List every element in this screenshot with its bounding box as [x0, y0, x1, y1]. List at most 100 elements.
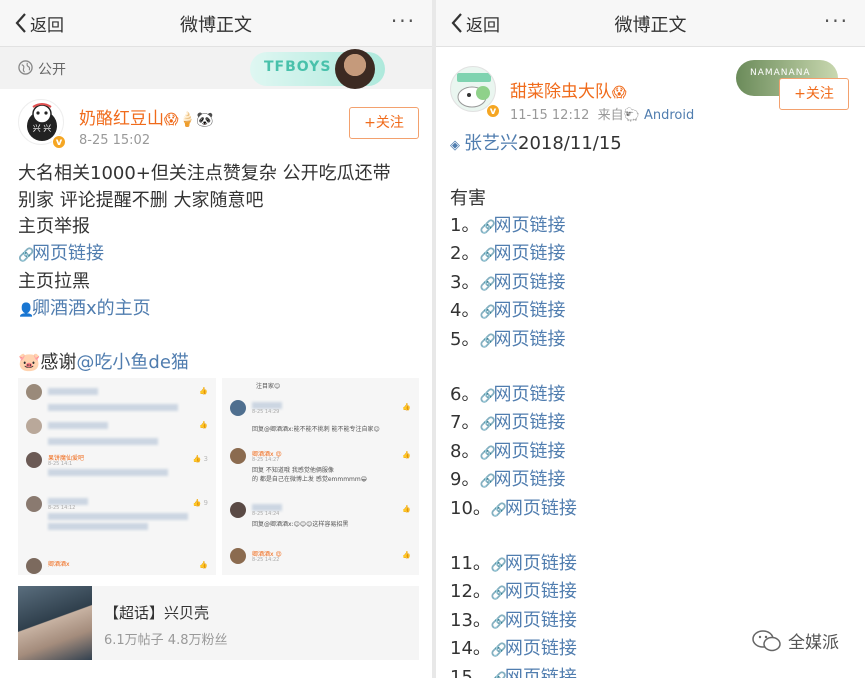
- list-item: 1。🔗网页链接: [450, 213, 850, 242]
- comment-avatar: [26, 418, 42, 434]
- image-thumbnail[interactable]: 👍 👍 果饼魔仙爱吧 8-25 14:1 👍 3 8-25 14:12 👍 9 …: [18, 378, 216, 575]
- android-icon: 🐑: [623, 108, 640, 123]
- follow-button[interactable]: +关注: [779, 78, 849, 110]
- body-line: 主页举报: [18, 216, 90, 237]
- link-icon: 🔗: [479, 474, 496, 489]
- list-number: 2。: [450, 243, 480, 264]
- like-icon: 👍: [402, 505, 411, 513]
- link-list: 1。🔗网页链接 2。🔗网页链接 3。🔗网页链接 4。🔗网页链接 5。🔗网页链接: [450, 213, 850, 356]
- verified-icon: v: [52, 135, 66, 149]
- link-icon: 🔗: [479, 333, 496, 349]
- list-number: 10。: [450, 497, 491, 519]
- more-icon[interactable]: ···: [824, 9, 849, 33]
- list-number: 5。: [450, 328, 480, 350]
- list-number: 7。: [450, 412, 480, 433]
- link-icon: 🔗: [490, 614, 508, 630]
- list-number: 14。: [450, 638, 491, 659]
- promo-avatar: [335, 49, 375, 89]
- web-link[interactable]: 🔗网页链接: [491, 638, 577, 659]
- web-link[interactable]: 🔗网页链接: [479, 384, 565, 405]
- body-line: 别家 评论提醒不删 大家随意吧: [18, 189, 264, 211]
- promo-banner-text: TFBOYS: [264, 59, 332, 75]
- blurred-text: [48, 513, 188, 520]
- badge-icons: 😱🍦🐼: [164, 112, 214, 128]
- comment-date: 8-25 14:24: [252, 511, 280, 517]
- comment-avatar: [26, 452, 42, 468]
- web-link[interactable]: 🔗网页链接: [491, 498, 577, 519]
- post-body: 大名相关1000+但关注点赞复杂 公开吃瓜还带 别家 评论提醒不删 大家随意吧 …: [18, 161, 423, 377]
- blurred-text: [252, 402, 282, 409]
- link-icon: 🔗: [479, 276, 496, 292]
- super-topic-image: [18, 586, 92, 660]
- comment-text: 的 都是自己在微博上发 感觉emmmmm😁: [252, 476, 367, 483]
- comment-text: 回复 不知道哦 我感觉他俩服像: [252, 467, 334, 474]
- comment-avatar: [230, 548, 246, 564]
- like-icon: 👍: [402, 451, 411, 459]
- post-meta: 11-15 12:12 来自🐑 Android: [510, 108, 695, 123]
- like-icon: 👍: [199, 421, 208, 429]
- blurred-text: [48, 469, 168, 476]
- link-list: 11。🔗网页链接12。🔗网页链接13。🔗网页链接14。🔗网页链接15。🔗网页链接: [450, 551, 850, 678]
- link-icon: 🔗: [479, 445, 496, 461]
- blurred-text: [48, 388, 98, 395]
- author-name[interactable]: 甜菜除虫大队😱: [510, 77, 627, 102]
- comment-text: 回复@卿酒酒x:能不能不挑刺 能不能专注自家😊: [252, 426, 380, 433]
- comment-row: 果饼魔仙爱吧 8-25 14:1 👍 3: [26, 452, 208, 492]
- banner-text: NAMANANA: [750, 68, 811, 78]
- blurred-text: [48, 523, 148, 530]
- web-link[interactable]: 🔗网页链接: [491, 667, 577, 678]
- comment-name: 卿酒酒x: [48, 561, 70, 568]
- watermark: 全媒派: [752, 628, 839, 653]
- source-link[interactable]: Android: [644, 108, 694, 123]
- comment-row: 8-25 14:29 回复@卿酒酒x:能不能不挑刺 能不能专注自家😊 👍: [230, 400, 411, 440]
- promo-banner[interactable]: TFBOYS: [250, 49, 385, 89]
- link-icon: 🔗: [479, 219, 496, 235]
- web-link[interactable]: 🔗网页链接: [18, 241, 423, 270]
- watermark-text: 全媒派: [788, 633, 839, 653]
- web-link[interactable]: 🔗网页链接: [491, 553, 577, 574]
- web-link[interactable]: 🔗网页链接: [491, 610, 577, 631]
- user-homepage-link[interactable]: 👤卿酒酒x的主页: [18, 296, 423, 325]
- list-number: 12。: [450, 581, 491, 602]
- badge-icon: 😱: [612, 85, 627, 101]
- web-link[interactable]: 🔗网页链接: [479, 243, 565, 264]
- link-icon: 🔗: [490, 643, 508, 658]
- body-line: 主页拉黑: [18, 271, 90, 292]
- comment-date: 8-25 14:29: [252, 409, 280, 415]
- comment-date: 8-25 14:1: [48, 461, 73, 467]
- thanks-line: 🐷感谢@吃小鱼de猫: [18, 352, 189, 373]
- topic-line: ◈ 张艺兴2018/11/15: [450, 131, 850, 160]
- web-link[interactable]: 🔗网页链接: [479, 215, 565, 236]
- list-item: 15。🔗网页链接: [450, 665, 850, 678]
- comment-text: 注目家😊: [256, 383, 281, 390]
- harm-label: 有害: [450, 188, 486, 209]
- web-link[interactable]: 🔗网页链接: [491, 581, 577, 602]
- web-link[interactable]: 🔗网页链接: [479, 412, 565, 433]
- link-icon: 🔗: [18, 247, 35, 263]
- mention-link[interactable]: @吃小鱼de猫: [76, 352, 189, 373]
- comment-row: 卿酒酒x 😍 8-25 14:27 回复 不知道哦 我感觉他俩服像 的 都是自己…: [230, 448, 411, 488]
- more-icon[interactable]: ···: [391, 9, 416, 33]
- web-link[interactable]: 🔗网页链接: [479, 469, 565, 490]
- like-icon: 👍 3: [192, 455, 208, 463]
- image-thumbnail[interactable]: 注目家😊 8-25 14:29 回复@卿酒酒x:能不能不挑刺 能不能专注自家😊 …: [222, 378, 419, 575]
- link-icon: 🔗: [490, 502, 508, 518]
- link-icon: 🔗: [479, 417, 496, 432]
- list-number: 13。: [450, 609, 491, 631]
- web-link[interactable]: 🔗网页链接: [479, 329, 565, 350]
- web-link[interactable]: 🔗网页链接: [479, 300, 565, 321]
- super-topic-card[interactable]: 【超话】兴贝壳 6.1万帖子 4.8万粉丝: [18, 586, 419, 660]
- nav-bar: 返回 微博正文 ···: [0, 0, 432, 47]
- list-number: 6。: [450, 383, 480, 405]
- list-item: 6。🔗网页链接: [450, 382, 850, 411]
- comment-date: 8-25 14:27: [252, 457, 280, 463]
- like-icon: 👍: [402, 403, 411, 411]
- comment-avatar: [26, 558, 42, 574]
- web-link[interactable]: 🔗网页链接: [479, 441, 565, 462]
- follow-button[interactable]: +关注: [349, 107, 419, 139]
- web-link[interactable]: 🔗网页链接: [479, 272, 565, 293]
- author-name[interactable]: 奶酪红豆山😱🍦🐼: [79, 104, 213, 129]
- list-number: 3。: [450, 271, 480, 293]
- topic-link[interactable]: ◈ 张艺兴: [450, 133, 518, 154]
- comment-row: 卿酒酒x 😍 8-25 14:22 👍: [230, 548, 411, 575]
